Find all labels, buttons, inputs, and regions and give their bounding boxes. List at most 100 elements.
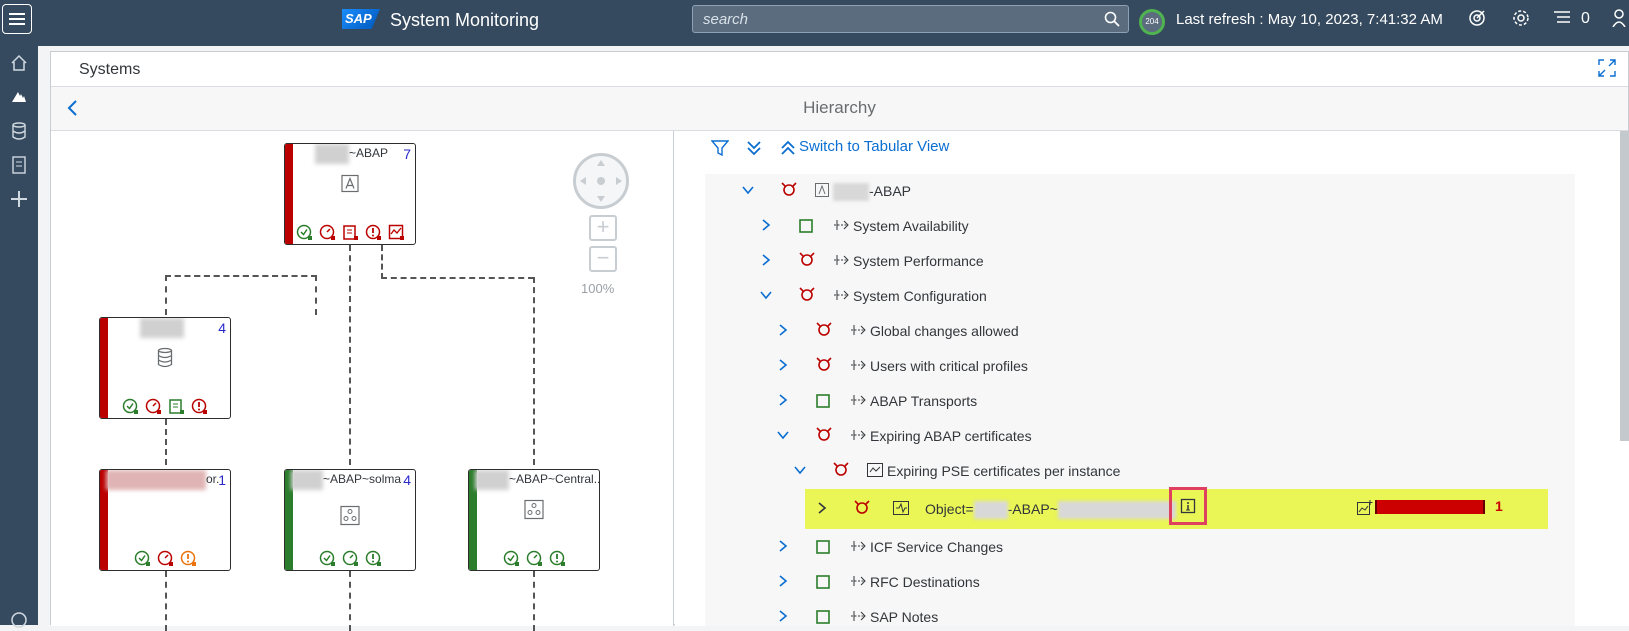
chart-icon[interactable] — [1357, 500, 1373, 519]
node-abap-root[interactable]: ~ABAP 7 — [284, 143, 416, 245]
performance-alert-icon[interactable] — [157, 550, 174, 567]
refresh-counter-badge[interactable]: 204 — [1139, 9, 1165, 35]
search-field — [692, 5, 1129, 33]
chevron-right-icon[interactable] — [759, 253, 773, 272]
availability-ok-icon[interactable] — [296, 224, 313, 241]
systems-icon[interactable] — [8, 86, 30, 108]
chevron-down-icon[interactable] — [741, 183, 755, 202]
chevron-down-icon[interactable] — [759, 288, 773, 307]
node-label: ~ABAP~solma — [323, 472, 402, 486]
node-status-icons — [285, 224, 415, 241]
systems-frame: Systems Hierarchy ~ABAP 7 4 or. 1 ~ABAP~… — [50, 51, 1629, 631]
collapse-all-icon[interactable] — [779, 139, 797, 162]
node-instance-1[interactable]: or. 1 — [99, 469, 231, 571]
help-icon[interactable] — [8, 609, 30, 631]
metric-alert-icon[interactable] — [388, 224, 405, 241]
tree-row[interactable]: Users with critical profiles — [705, 349, 1575, 383]
configuration-alert-icon[interactable] — [342, 224, 359, 241]
availability-ok-icon[interactable] — [503, 550, 520, 567]
category-icon — [833, 218, 849, 235]
chevron-right-icon[interactable] — [759, 218, 773, 237]
chevron-right-icon[interactable] — [815, 501, 829, 520]
exception-warning-icon[interactable] — [180, 550, 197, 567]
node-database[interactable]: 4 — [99, 317, 231, 419]
tree-row[interactable]: System Configuration — [705, 279, 1575, 313]
performance-alert-icon[interactable] — [145, 398, 162, 415]
info-button[interactable] — [1169, 487, 1207, 525]
availability-ok-icon[interactable] — [319, 550, 336, 567]
chevron-right-icon[interactable] — [776, 539, 790, 558]
database-icon[interactable] — [8, 120, 30, 142]
document-icon[interactable] — [8, 154, 30, 176]
tree-row[interactable]: Expiring ABAP certificates — [705, 419, 1575, 453]
tree-row[interactable]: SAP Notes — [705, 600, 1575, 626]
tree-row[interactable]: Expiring PSE certificates per instance — [705, 454, 1575, 488]
side-navigation — [0, 46, 38, 628]
performance-ok-icon[interactable] — [342, 550, 359, 567]
tree-row[interactable]: System Availability — [705, 209, 1575, 243]
home-icon[interactable] — [8, 52, 30, 74]
zoom-level: 100% — [581, 281, 615, 296]
node-count: 1 — [218, 472, 226, 488]
chevron-right-icon[interactable] — [776, 574, 790, 593]
switch-tabular-view-link[interactable]: Switch to Tabular View — [799, 138, 949, 155]
user-icon[interactable] — [1612, 9, 1626, 32]
connector — [381, 245, 383, 279]
menu-button[interactable] — [2, 4, 32, 34]
search-icon[interactable] — [1104, 11, 1120, 32]
pan-control[interactable] — [573, 153, 629, 209]
exception-ok-icon[interactable] — [365, 550, 382, 567]
system-icon — [815, 183, 829, 200]
node-instance-solma[interactable]: ~ABAP~solma 4 — [284, 469, 416, 571]
filter-icon[interactable] — [710, 139, 730, 162]
last-refresh-text: Last refresh : May 10, 2023, 7:41:32 AM — [1176, 11, 1443, 28]
add-icon[interactable] — [8, 188, 30, 210]
vertical-scrollbar[interactable] — [1620, 131, 1629, 441]
category-icon — [850, 393, 866, 410]
performance-alert-icon[interactable] — [319, 224, 336, 241]
tree-row[interactable]: Global changes allowed — [705, 314, 1575, 348]
exception-alert-icon[interactable] — [191, 398, 208, 415]
fullscreen-icon[interactable] — [1598, 59, 1616, 82]
target-icon[interactable] — [1468, 9, 1486, 32]
tree-row-highlighted[interactable]: Object= -ABAP~ 1 — [805, 487, 1548, 529]
search-input[interactable] — [693, 6, 1093, 32]
connector — [165, 275, 317, 315]
tree-row[interactable]: RFC Destinations — [705, 565, 1575, 599]
chevron-right-icon[interactable] — [776, 358, 790, 377]
chevron-down-icon[interactable] — [776, 428, 790, 447]
node-count: 7 — [403, 146, 411, 162]
hierarchy-tree-pane: Switch to Tabular View -ABAP System Avai… — [675, 131, 1629, 626]
exception-alert-icon[interactable] — [365, 224, 382, 241]
redacted-text — [475, 470, 509, 490]
category-icon — [850, 428, 866, 445]
gear-icon[interactable] — [1512, 9, 1530, 32]
chevron-right-icon[interactable] — [776, 609, 790, 626]
tree-row[interactable]: -ABAP — [705, 174, 1575, 208]
exception-ok-icon[interactable] — [549, 550, 566, 567]
tree-row-label: ABAP Transports — [870, 393, 978, 409]
alert-status-icon — [799, 252, 815, 271]
ok-status-icon — [816, 540, 830, 557]
node-status-icons — [100, 398, 230, 415]
expand-all-icon[interactable] — [745, 139, 763, 162]
tree-row-label: -ABAP — [869, 183, 912, 199]
tree-row[interactable]: System Performance — [705, 244, 1575, 278]
tree-row[interactable]: ABAP Transports — [705, 384, 1575, 418]
performance-ok-icon[interactable] — [526, 550, 543, 567]
tree-row-label: System Configuration — [853, 288, 987, 304]
zoom-out-button[interactable]: − — [589, 246, 617, 272]
zoom-in-button[interactable]: + — [589, 215, 617, 241]
notifications-icon[interactable] — [1553, 9, 1571, 30]
chevron-right-icon[interactable] — [776, 323, 790, 342]
node-instance-central[interactable]: ~ABAP~Central... — [468, 469, 600, 571]
chevron-right-icon[interactable] — [776, 393, 790, 412]
configuration-ok-icon[interactable] — [168, 398, 185, 415]
category-icon — [850, 358, 866, 375]
availability-ok-icon[interactable] — [134, 550, 151, 567]
chevron-down-icon[interactable] — [793, 463, 807, 482]
hierarchy-graph[interactable]: ~ABAP 7 4 or. 1 ~ABAP~solma 4 ~ABAP~Cent… — [51, 131, 674, 631]
availability-ok-icon[interactable] — [122, 398, 139, 415]
tree-row[interactable]: ICF Service Changes — [705, 530, 1575, 564]
node-status-icons — [285, 550, 415, 567]
